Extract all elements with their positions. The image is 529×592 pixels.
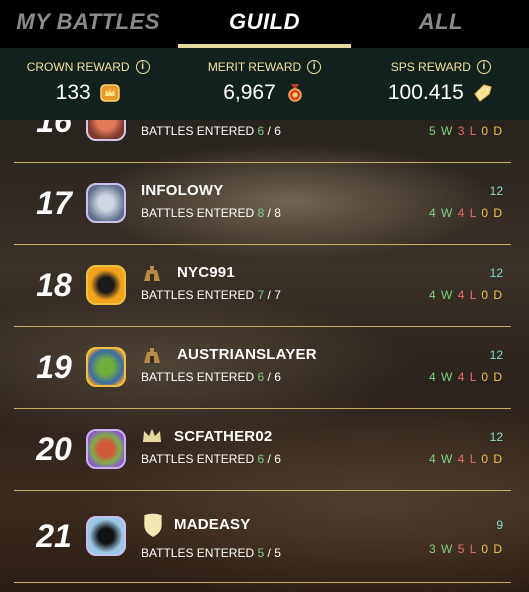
sps-token-icon [473, 84, 492, 102]
player-name[interactable]: INFOLOWY [141, 182, 223, 199]
tab-bar: MY BATTLES GUILD ALL [0, 0, 529, 48]
table-row[interactable]: 16 BATTLES ENTERED 6 / 6 5 W 3 L 0 D [14, 120, 511, 163]
rank-number: 19 [36, 349, 72, 385]
crown-reward: CROWN REWARD i 133 [0, 48, 176, 120]
leaderboard-list: 16 BATTLES ENTERED 6 / 6 5 W 3 L 0 D 17 … [0, 120, 529, 592]
battles-entered: BATTLES ENTERED 6 / 6 [141, 370, 281, 384]
merit-medal-icon [288, 84, 302, 102]
info-icon[interactable]: i [307, 60, 322, 74]
win-loss-draw: 5 W 3 L 0 D [429, 124, 503, 138]
tab-guild[interactable]: GUILD [176, 0, 352, 48]
points: 9 [496, 518, 503, 532]
avatar [86, 516, 126, 556]
avatar [86, 265, 126, 305]
rank-number: 20 [36, 431, 72, 467]
rank-number: 18 [36, 267, 72, 303]
merit-reward: MERIT REWARD i 6,967 [176, 48, 352, 120]
rank-number: 17 [36, 185, 72, 221]
points: 12 [489, 430, 503, 444]
player-name[interactable]: MADEASY [174, 516, 250, 533]
avatar [86, 347, 126, 387]
win-loss-draw: 3 W 5 L 0 D [429, 542, 503, 556]
crown-icon [143, 429, 161, 442]
battles-entered: BATTLES ENTERED 8 / 8 [141, 206, 281, 220]
table-row[interactable]: 17 INFOLOWY BATTLES ENTERED 8 / 8 12 4 W… [14, 162, 511, 245]
crown-reward-value: 133 [55, 81, 91, 104]
win-loss-draw: 4 W 4 L 0 D [429, 452, 503, 466]
tab-all[interactable]: ALL [353, 0, 529, 48]
player-name[interactable]: AUSTRIANSLAYER [177, 346, 317, 363]
sps-reward-label: SPS REWARD [390, 60, 471, 74]
rank-number: 21 [36, 518, 72, 554]
table-row[interactable]: 19 AUSTRIANSLAYER BATTLES ENTERED 6 / 6 … [14, 326, 511, 409]
player-name[interactable]: SCFATHER02 [174, 428, 272, 445]
info-icon[interactable]: i [476, 60, 491, 74]
table-row[interactable]: 18 NYC991 BATTLES ENTERED 7 / 7 12 4 W 4… [14, 244, 511, 327]
rewards-bar: CROWN REWARD i 133 MERIT REWARD i 6,967 [0, 48, 529, 120]
info-icon[interactable]: i [135, 60, 150, 74]
tab-my-battles[interactable]: MY BATTLES [0, 0, 176, 48]
points: 12 [489, 184, 503, 198]
battles-entered: BATTLES ENTERED 5 / 5 [141, 546, 281, 560]
avatar [86, 429, 126, 469]
avatar [86, 120, 126, 141]
crown-coin-icon [99, 84, 120, 102]
crown-reward-label: CROWN REWARD [26, 60, 130, 74]
win-loss-draw: 4 W 4 L 0 D [429, 206, 503, 220]
avatar [86, 183, 126, 223]
table-row[interactable]: 20 SCFATHER02 BATTLES ENTERED 6 / 6 12 4… [14, 408, 511, 491]
points: 12 [489, 348, 503, 362]
player-name[interactable]: NYC991 [177, 264, 235, 281]
win-loss-draw: 4 W 4 L 0 D [429, 288, 503, 302]
tower-icon [144, 266, 160, 281]
merit-reward-value: 6,967 [223, 81, 276, 104]
battles-entered: BATTLES ENTERED 7 / 7 [141, 288, 281, 302]
win-loss-draw: 4 W 4 L 0 D [429, 370, 503, 384]
rank-number: 16 [36, 120, 72, 139]
shield-icon [144, 513, 162, 537]
points: 12 [489, 266, 503, 280]
table-row[interactable]: 21 MADEASY BATTLES ENTERED 5 / 5 9 3 W 5… [14, 490, 511, 583]
battles-entered: BATTLES ENTERED 6 / 6 [141, 124, 281, 138]
sps-reward-value: 100.415 [387, 81, 464, 104]
sps-reward: SPS REWARD i 100.415 [353, 48, 529, 120]
battles-entered: BATTLES ENTERED 6 / 6 [141, 452, 281, 466]
merit-reward-label: MERIT REWARD [207, 60, 302, 74]
tower-icon [144, 348, 160, 363]
